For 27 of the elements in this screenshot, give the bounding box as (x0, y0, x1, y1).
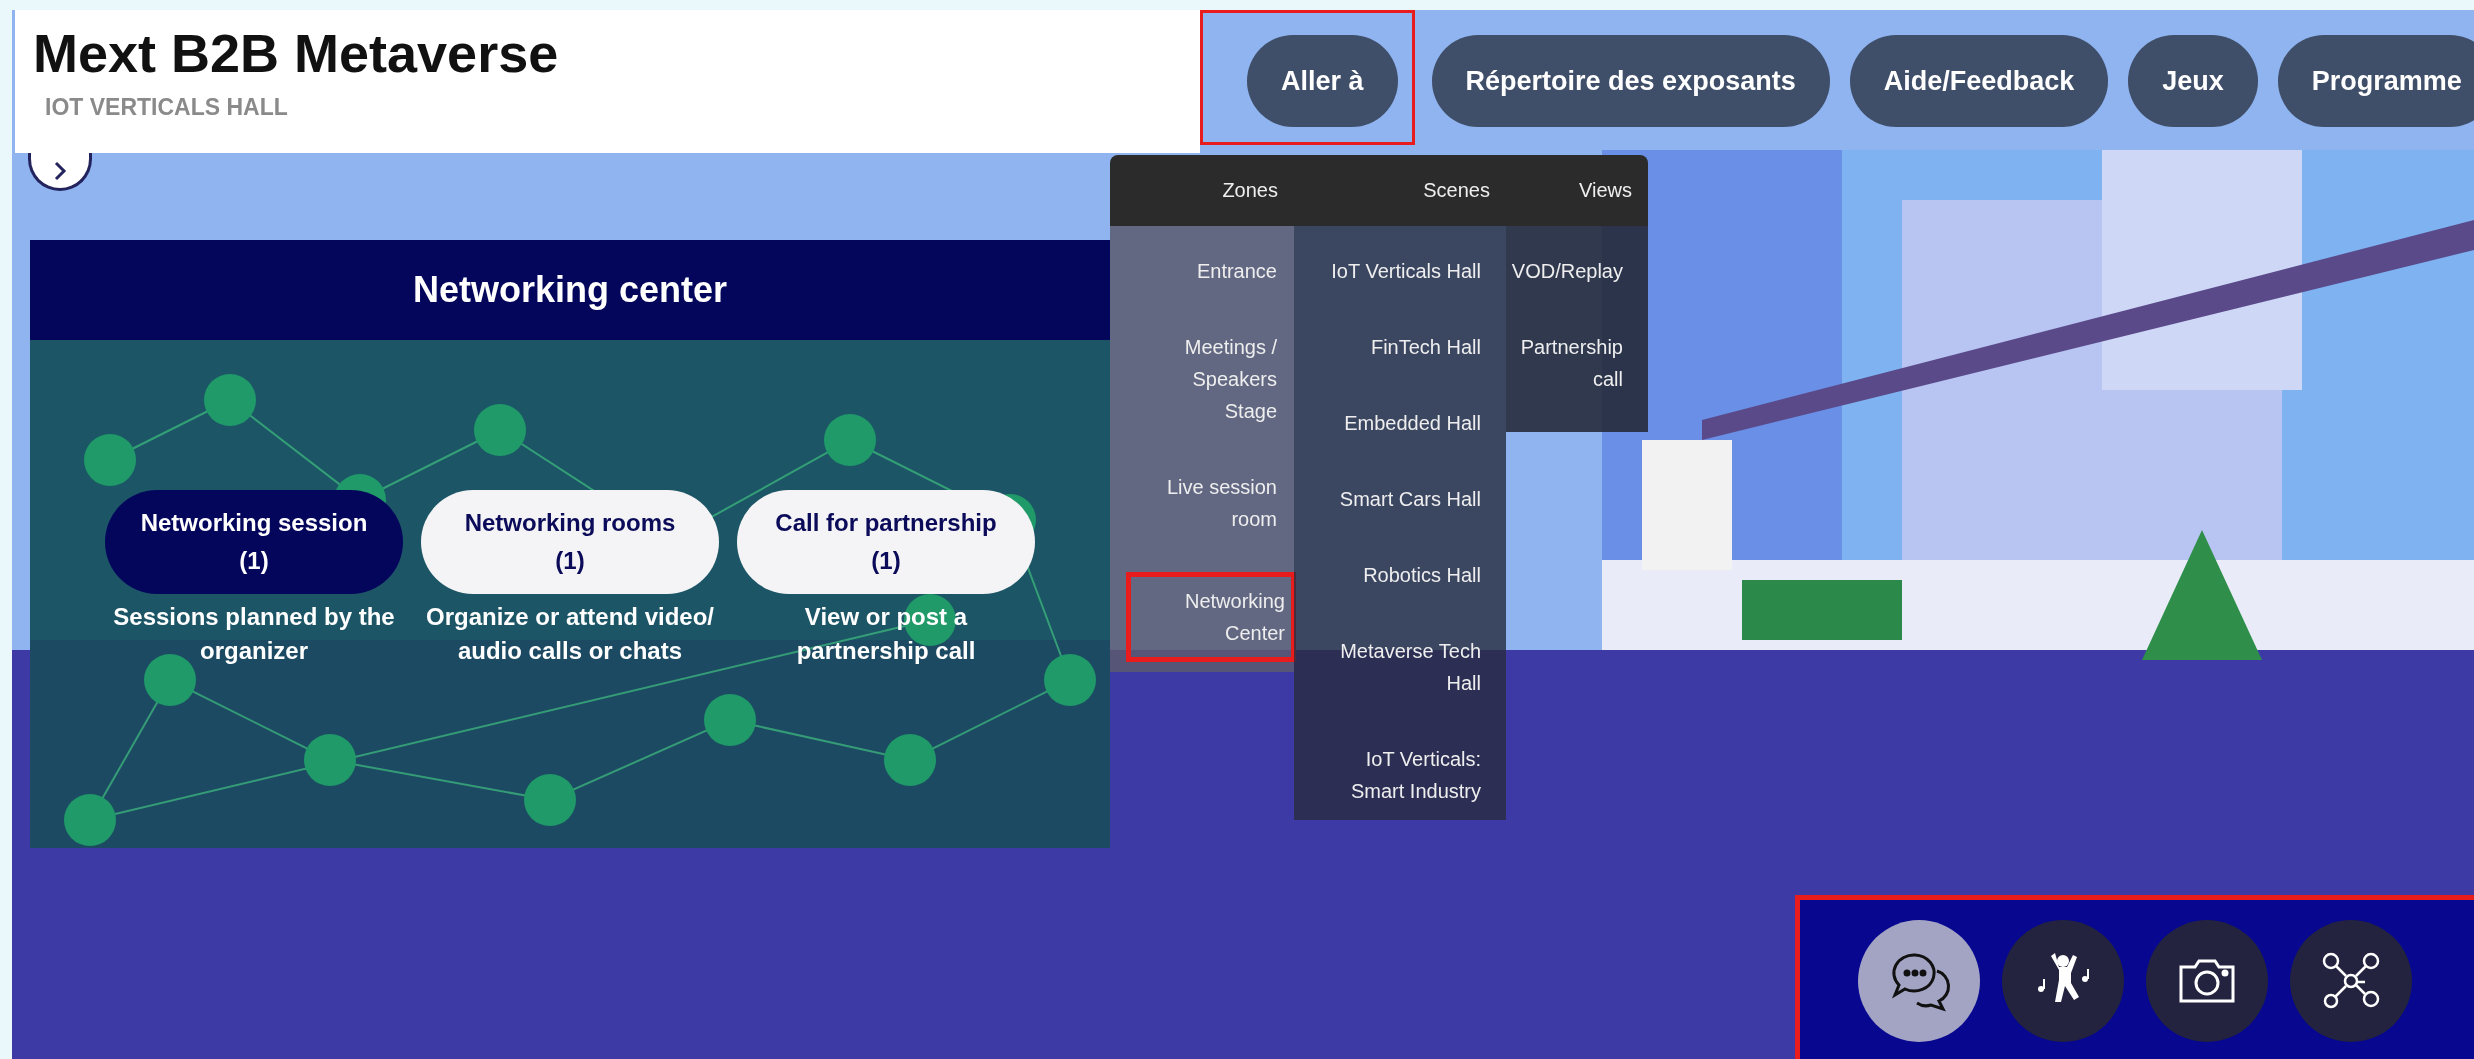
menu-item[interactable]: IoT Verticals Hall (1322, 248, 1490, 294)
menu-item[interactable]: Embedded Hall (1335, 400, 1490, 446)
menu-item[interactable]: Metaverse Tech Hall (1310, 628, 1490, 706)
menu-item[interactable]: Smart Cars Hall (1330, 476, 1490, 522)
panel-title: Networking center (30, 240, 1110, 340)
nav-button[interactable]: Programme (2277, 35, 2474, 127)
option-description: View or post a partnership call (795, 602, 977, 666)
option-description: Sessions planned by the organizer (112, 602, 396, 666)
menu-column-heading: Zones (1110, 155, 1294, 226)
option-button[interactable]: Call for partnership (1) (737, 490, 1035, 594)
menu-item[interactable]: Robotics Hall (1354, 552, 1490, 598)
option-button[interactable]: Networking session (1) (105, 490, 403, 594)
menu-item[interactable]: Partnership call (1511, 324, 1632, 402)
menu-column-heading: Scenes (1294, 155, 1506, 226)
nav-button[interactable]: Répertoire des exposants (1431, 35, 1830, 127)
menu-item[interactable]: FinTech Hall (1361, 324, 1490, 370)
hall-name: IOT VERTICALS HALL (44, 94, 289, 121)
menu-item[interactable]: VOD/Replay (1502, 248, 1632, 294)
app-title: Mext B2B Metaverse (33, 26, 560, 80)
option-description: Organize or attend video/ audio calls or chats (424, 602, 715, 666)
menu-item[interactable]: IoT Verticals: Smart Industry (1310, 736, 1490, 814)
option-button[interactable]: Networking rooms (1) (421, 490, 719, 594)
nav-button[interactable]: Aide/Feedback (1849, 35, 2109, 127)
menu-item[interactable]: Live session room (1126, 464, 1286, 542)
menu-item[interactable]: Entrance (1187, 248, 1286, 294)
menu-column-heading: Views (1506, 155, 1648, 226)
menu-item[interactable]: Meetings / Speakers Stage (1126, 324, 1286, 434)
